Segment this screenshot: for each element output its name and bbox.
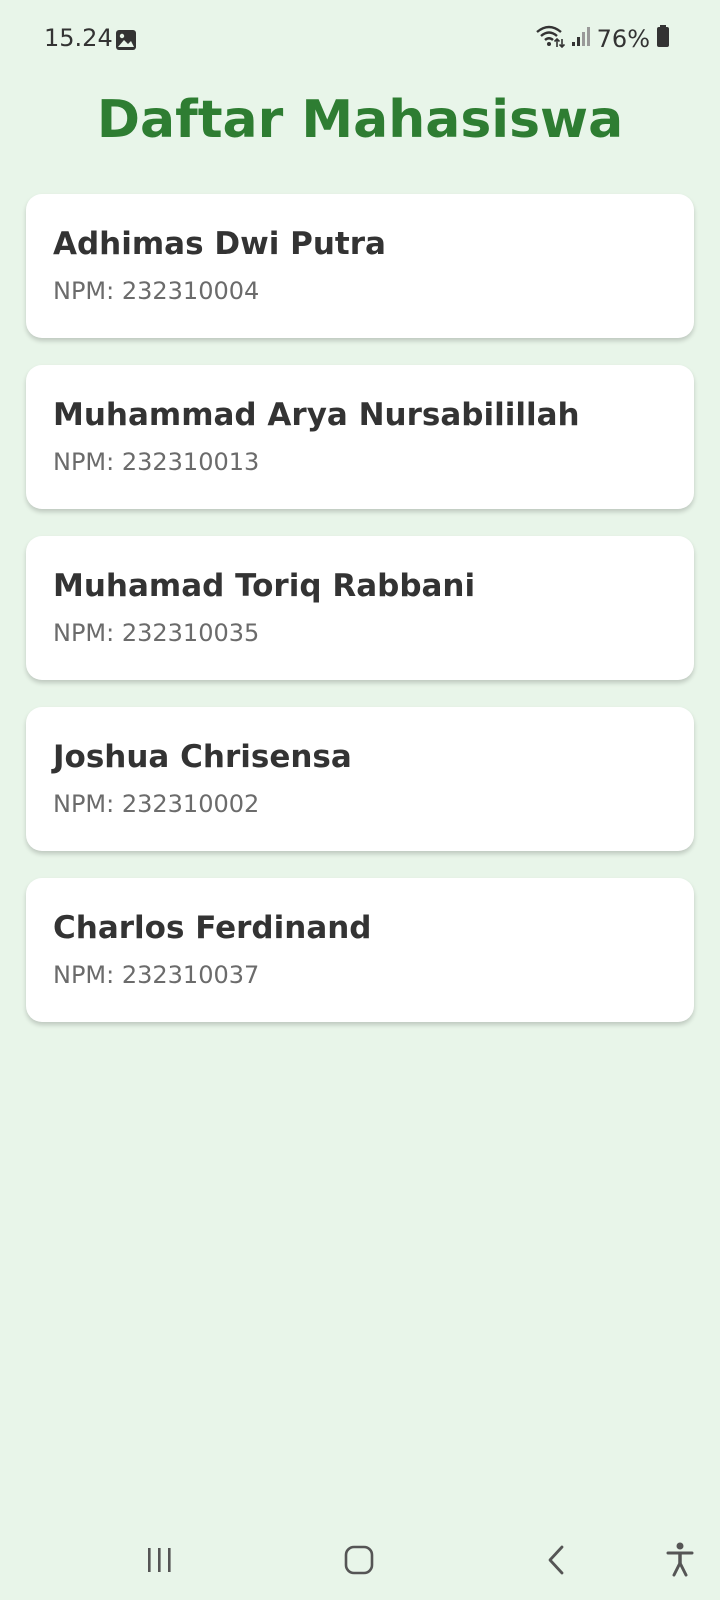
wifi-icon <box>535 24 565 54</box>
navigation-bar <box>0 1510 720 1600</box>
student-npm: NPM: 232310013 <box>53 448 260 476</box>
student-card[interactable]: Joshua Chrisensa NPM: 232310002 <box>26 707 694 851</box>
student-card[interactable]: Charlos Ferdinand NPM: 232310037 <box>26 878 694 1022</box>
signal-icon <box>571 25 591 53</box>
battery-icon <box>656 24 670 54</box>
status-bar: 15.24 76% <box>0 0 720 80</box>
status-right-group: 76% <box>535 24 670 54</box>
student-npm: NPM: 232310002 <box>53 790 260 818</box>
student-npm: NPM: 232310035 <box>53 619 260 647</box>
image-icon <box>115 29 137 51</box>
student-card[interactable]: Muhamad Toriq Rabbani NPM: 232310035 <box>26 536 694 680</box>
student-npm: NPM: 232310037 <box>53 961 260 989</box>
student-list: Adhimas Dwi Putra NPM: 232310004 Muhamma… <box>26 194 694 1049</box>
student-name: Muhamad Toriq Rabbani <box>53 568 476 604</box>
status-time: 15.24 <box>44 24 113 52</box>
student-card[interactable]: Muhammad Arya Nursabilillah NPM: 2323100… <box>26 365 694 509</box>
student-card[interactable]: Adhimas Dwi Putra NPM: 232310004 <box>26 194 694 338</box>
student-npm: NPM: 232310004 <box>53 277 260 305</box>
student-name: Charlos Ferdinand <box>53 910 372 946</box>
student-name: Joshua Chrisensa <box>53 739 352 775</box>
accessibility-icon[interactable] <box>650 1530 710 1590</box>
battery-percentage: 76% <box>596 25 650 53</box>
recent-apps-icon[interactable] <box>132 1530 192 1590</box>
student-name: Muhammad Arya Nursabilillah <box>53 397 580 433</box>
back-icon[interactable] <box>528 1530 588 1590</box>
page-title: Daftar Mahasiswa <box>96 90 624 150</box>
student-name: Adhimas Dwi Putra <box>53 226 386 262</box>
home-icon[interactable] <box>330 1530 390 1590</box>
